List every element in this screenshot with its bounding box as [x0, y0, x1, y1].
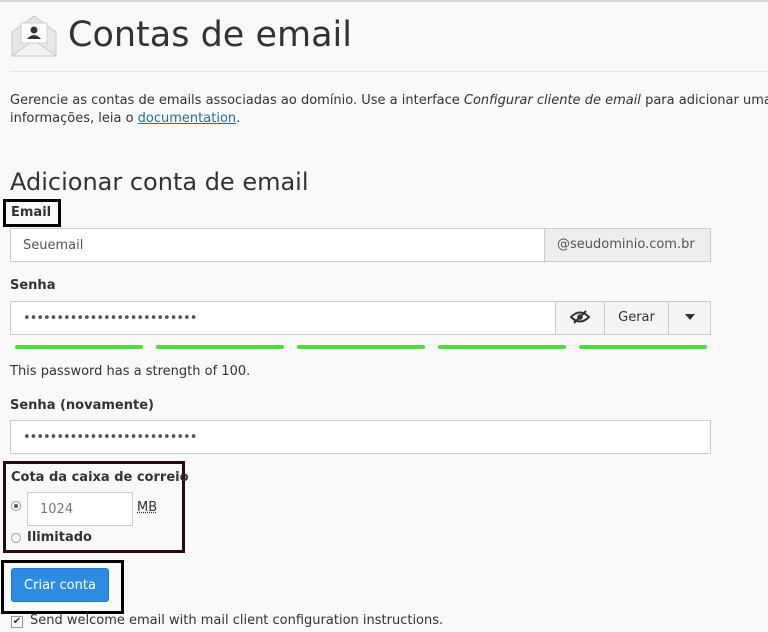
quota-limit-radio[interactable] [11, 501, 21, 511]
email-label: Email [11, 205, 52, 220]
generate-options-dropdown[interactable] [668, 301, 711, 335]
strength-bar-segment [156, 345, 284, 349]
email-accounts-page: Contas de email Gerencie as contas de em… [0, 0, 768, 632]
strength-bar-segment [15, 345, 143, 349]
intro-text: Gerencie as contas de emails associadas … [10, 92, 768, 128]
quota-unlimited-label[interactable]: Ilimitado [27, 530, 92, 545]
top-border [0, 0, 768, 2]
welcome-email-label[interactable]: Send welcome email with mail client conf… [30, 613, 443, 628]
strength-bar-segment [297, 345, 425, 349]
quota-input[interactable] [27, 492, 133, 526]
envelope-person-icon [10, 15, 58, 57]
intro-line2-start: informações, leia o [10, 111, 138, 126]
quota-label: Cota da caixa de correio [11, 470, 189, 485]
password-again-input[interactable] [10, 420, 711, 454]
strength-bar-segment [438, 345, 566, 349]
password-input[interactable] [10, 301, 556, 335]
password-again-label: Senha (novamente) [10, 398, 154, 413]
intro-interface-name: Configurar cliente de email [463, 93, 641, 108]
header-divider [10, 71, 768, 72]
intro-line2-end: . [236, 111, 241, 126]
quota-unlimited-radio[interactable] [11, 533, 21, 543]
intro-text-start: Gerencie as contas de emails associadas … [10, 93, 464, 108]
documentation-link[interactable]: documentation [138, 111, 236, 126]
strength-bar-segment [579, 345, 707, 349]
domain-suffix: @seudominio.com.br [544, 228, 711, 262]
section-title: Adicionar conta de email [10, 168, 309, 196]
generate-password-button[interactable]: Gerar [604, 301, 669, 335]
intro-text-end: para adicionar uma c [645, 93, 768, 108]
password-strength-text: This password has a strength of 100. [10, 364, 251, 379]
quota-unit: MB [137, 500, 158, 515]
toggle-password-visibility-button[interactable] [555, 301, 605, 335]
password-label: Senha [10, 278, 56, 293]
create-account-button[interactable]: Criar conta [11, 568, 109, 602]
caret-down-icon [684, 313, 695, 320]
eye-slash-icon [569, 309, 591, 324]
welcome-email-checkbox[interactable]: ✔ [11, 616, 23, 628]
page-title: Contas de email [68, 15, 352, 55]
email-input[interactable] [10, 228, 545, 262]
